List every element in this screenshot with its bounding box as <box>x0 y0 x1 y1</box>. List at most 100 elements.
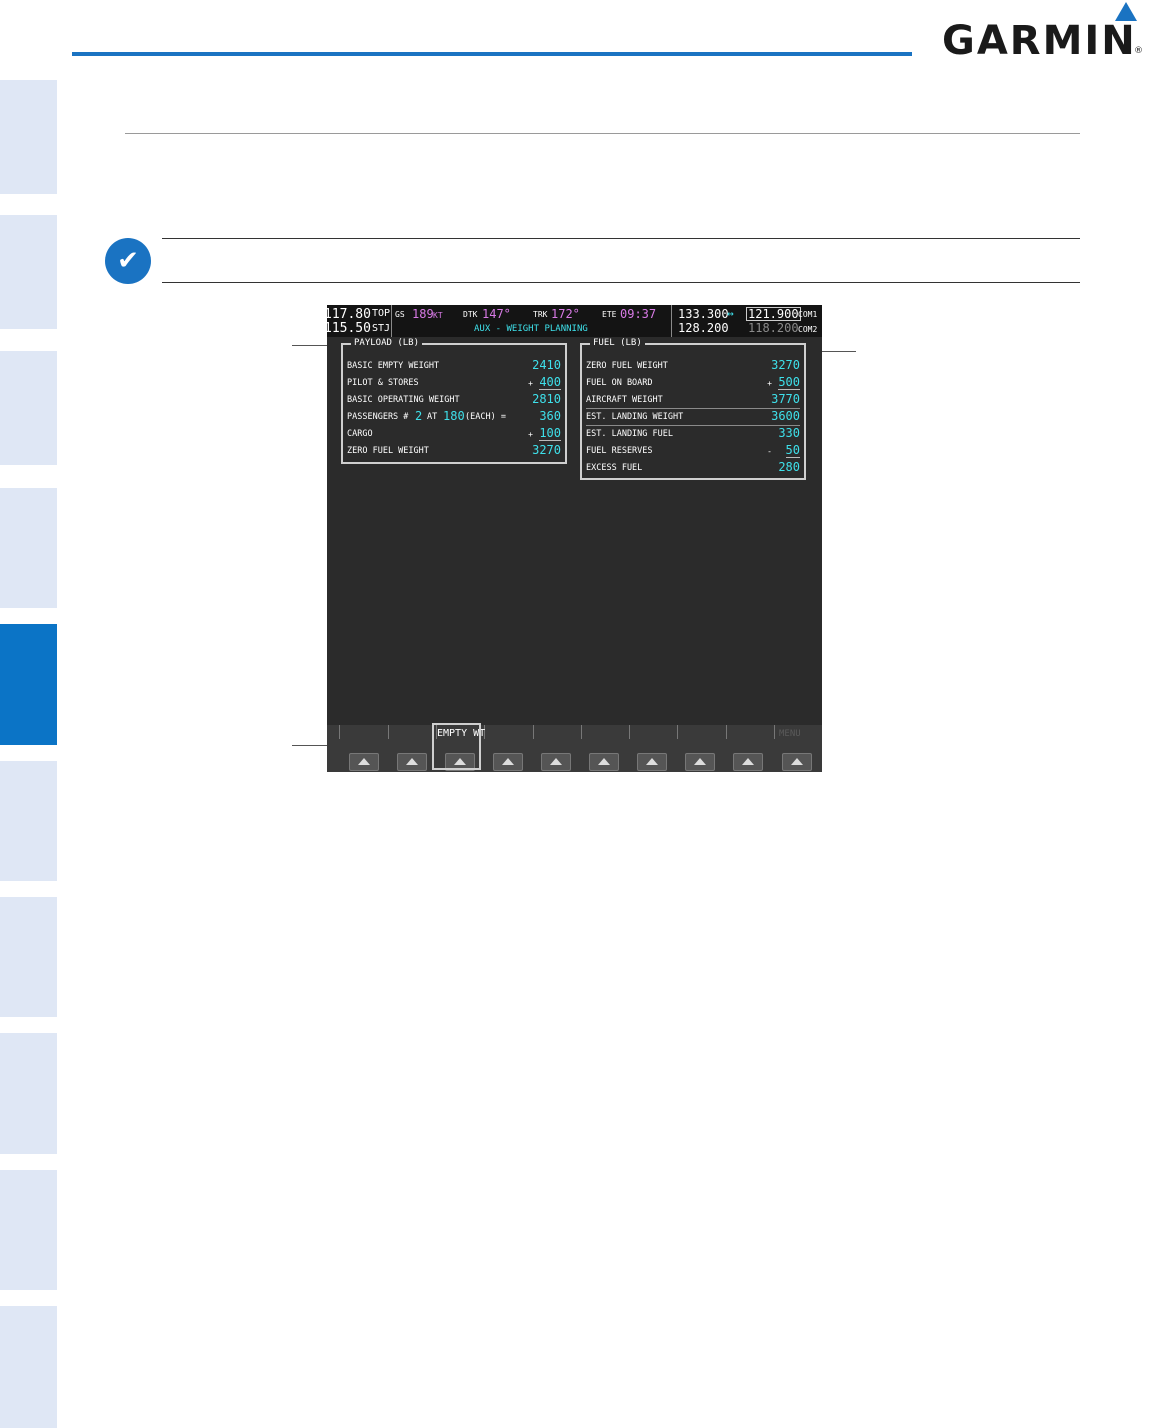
row-label: EXCESS FUEL <box>586 463 643 473</box>
softkey-divider <box>581 725 582 739</box>
row-value: 330 <box>778 426 800 440</box>
fuel-row-est-landing-weight: EST. LANDING WEIGHT 3600 <box>586 408 800 426</box>
row-value: 360 <box>539 409 561 423</box>
topbar-separator-right <box>671 305 672 337</box>
softkey-label-menu: MENU <box>779 729 801 739</box>
section-tab-2[interactable] <box>0 215 57 329</box>
row-value[interactable]: 500 <box>778 375 800 390</box>
passenger-weight[interactable]: 180 <box>443 409 465 423</box>
nav1-standby-frequency: 115.50 <box>327 321 371 336</box>
softkey-9-button[interactable] <box>733 753 763 771</box>
section-tab-4[interactable] <box>0 488 57 608</box>
softkey-divider <box>726 725 727 739</box>
nav-id-top: TOP <box>372 308 391 319</box>
fuel-row-zero-fuel-weight: ZERO FUEL WEIGHT 3270 <box>586 357 800 374</box>
softkey-10-button[interactable] <box>782 753 812 771</box>
row-label: EST. LANDING WEIGHT <box>586 412 684 422</box>
section-tab-9[interactable] <box>0 1170 57 1290</box>
row-value: 2810 <box>532 392 561 406</box>
note-rule-bottom <box>162 282 1080 283</box>
frequency-swap-icon: ↔ <box>727 307 734 320</box>
softkey-divider <box>677 725 678 739</box>
row-label: PASSENGERS # <box>347 412 409 422</box>
payload-row-cargo: CARGO + 100 <box>347 425 561 442</box>
com2-label: COM2 <box>798 325 818 334</box>
page-title: AUX - WEIGHT PLANNING <box>474 324 588 334</box>
fuel-row-excess-fuel: EXCESS FUEL 280 <box>586 459 800 476</box>
section-divider <box>125 133 1080 134</box>
softkey-8-button[interactable] <box>685 753 715 771</box>
com2-standby-frequency: 118.200 <box>748 321 799 335</box>
fuel-panel-title: FUEL (LB) <box>590 338 645 348</box>
payload-row-passengers: PASSENGERS # 2 AT 180 (EACH) = 360 <box>347 408 561 425</box>
row-label: AIRCRAFT WEIGHT <box>586 395 663 405</box>
dtk-value: 147° <box>482 307 511 321</box>
softkey-1-button[interactable] <box>349 753 379 771</box>
row-label: PILOT & STORES <box>347 378 419 388</box>
payload-row-basic-empty-weight: BASIC EMPTY WEIGHT 2410 <box>347 357 561 374</box>
row-value: 3270 <box>532 443 561 457</box>
section-tab-6[interactable] <box>0 761 57 881</box>
each-label: (EACH) = <box>465 412 506 422</box>
softkey-7-button[interactable] <box>637 753 667 771</box>
payload-panel: PAYLOAD (LB) BASIC EMPTY WEIGHT 2410 PIL… <box>341 338 567 464</box>
payload-row-zero-fuel-weight: ZERO FUEL WEIGHT 3270 <box>347 442 561 459</box>
fuel-row-fuel-reserves: FUEL RESERVES - 50 <box>586 442 800 459</box>
softkey-divider <box>774 725 775 739</box>
note-rule-top <box>162 238 1080 239</box>
row-value[interactable]: 400 <box>539 375 561 390</box>
com1-active-frequency: 133.300 <box>678 307 729 321</box>
row-label: ZERO FUEL WEIGHT <box>347 446 429 456</box>
fuel-row-fuel-on-board: FUEL ON BOARD + 500 <box>586 374 800 391</box>
garmin-logo: GARMIN ® <box>942 0 1143 64</box>
topbar-separator-left <box>391 305 392 337</box>
row-label: FUEL RESERVES <box>586 446 653 456</box>
row-value[interactable]: 100 <box>539 426 561 441</box>
row-value: 280 <box>778 460 800 474</box>
row-label: FUEL ON BOARD <box>586 378 653 388</box>
section-tab-10[interactable] <box>0 1306 57 1428</box>
row-value: 3270 <box>771 358 800 372</box>
row-label: CARGO <box>347 429 373 439</box>
logo-wordmark: GARMIN <box>942 18 1137 64</box>
com1-standby-frequency[interactable]: 121.900 <box>746 307 801 321</box>
row-label: BASIC EMPTY WEIGHT <box>347 361 440 371</box>
payload-row-pilot-stores: PILOT & STORES + 400 <box>347 374 561 391</box>
row-value[interactable]: 2410 <box>532 358 561 372</box>
nav1-active-frequency: 117.80 <box>327 307 371 322</box>
passenger-count[interactable]: 2 <box>415 409 422 423</box>
gs-unit: KT <box>433 311 443 320</box>
logo-triangle-icon <box>1115 2 1137 21</box>
softkey-5-button[interactable] <box>541 753 571 771</box>
section-tab-8[interactable] <box>0 1033 57 1154</box>
section-tab-3[interactable] <box>0 351 57 465</box>
section-tab-5-active[interactable] <box>0 624 57 745</box>
top-status-bar: 117.80 115.50 TOP STJ GS 189 KT DTK 147°… <box>327 305 822 337</box>
com1-label: COM1 <box>798 310 818 319</box>
softkey-highlight-box <box>432 723 481 770</box>
softkey-divider <box>339 725 340 739</box>
softkey-6-button[interactable] <box>589 753 619 771</box>
logo-registered-mark: ® <box>1134 46 1143 56</box>
softkey-bar: EMPTY WT MENU <box>327 725 822 772</box>
nav-id-stj: STJ <box>372 323 391 334</box>
row-operator: + <box>767 379 772 388</box>
softkey-4-button[interactable] <box>493 753 523 771</box>
row-value: 3770 <box>771 392 800 406</box>
row-value: 3600 <box>771 409 800 423</box>
com2-active-frequency: 128.200 <box>678 321 729 335</box>
trk-value: 172° <box>551 307 580 321</box>
mfd-display: 117.80 115.50 TOP STJ GS 189 KT DTK 147°… <box>327 305 822 772</box>
payload-row-basic-operating-weight: BASIC OPERATING WEIGHT 2810 <box>347 391 561 408</box>
row-label: BASIC OPERATING WEIGHT <box>347 395 460 405</box>
section-tab-1[interactable] <box>0 80 57 194</box>
checkmark-icon: ✔ <box>105 238 151 284</box>
dtk-label: DTK <box>463 310 478 319</box>
payload-panel-title: PAYLOAD (LB) <box>351 338 423 348</box>
softkey-2-button[interactable] <box>397 753 427 771</box>
row-value[interactable]: 50 <box>785 443 800 458</box>
ete-value: 09:37 <box>620 307 657 321</box>
softkey-divider <box>533 725 534 739</box>
section-tab-7[interactable] <box>0 897 57 1017</box>
row-operator: + <box>528 379 533 388</box>
